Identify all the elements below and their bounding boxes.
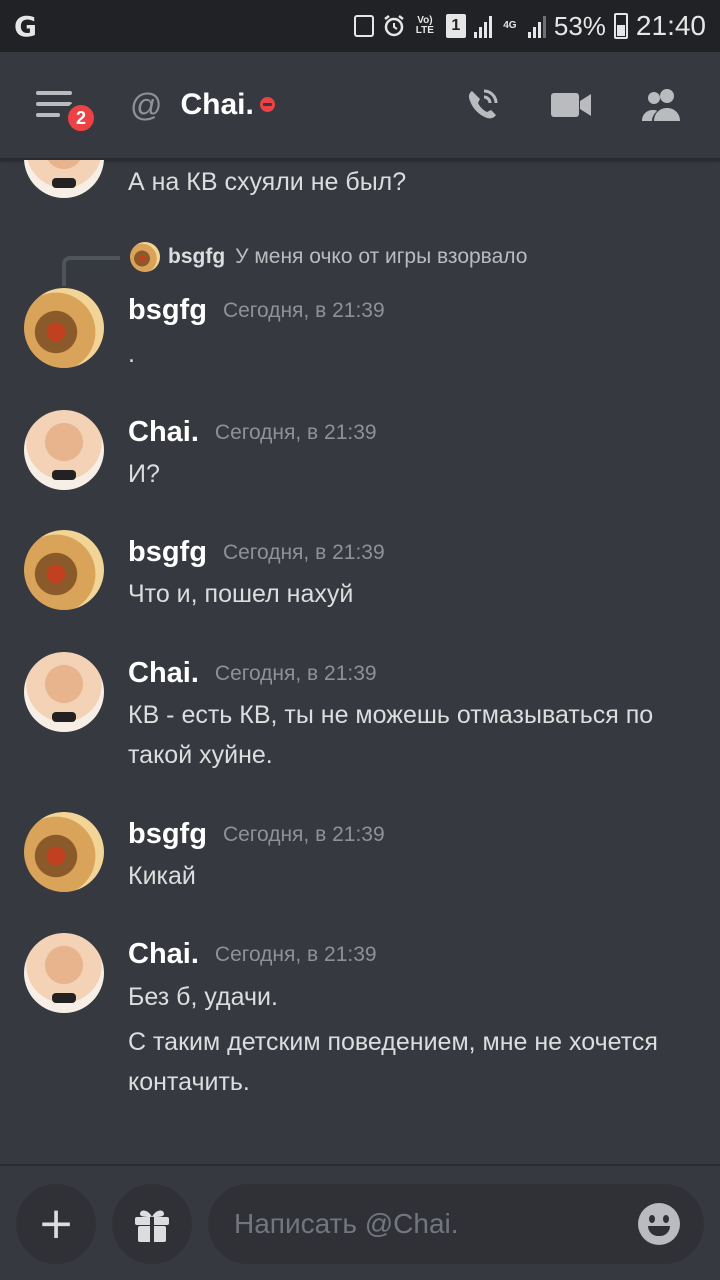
status-bar: G Vo) LTE 1 4G 53% 21:40 [0,0,720,52]
message-author[interactable]: Chai. Сегодня, в 21:39 [128,938,377,971]
message-timestamp: Сегодня, в 21:39 [214,421,377,444]
message-author[interactable]: Chai. Сегодня, в 21:39 [128,416,377,449]
alarm-icon [382,14,404,38]
avatar[interactable] [24,652,104,732]
sim-card-icon: 1 [445,14,466,38]
avatar[interactable] [24,933,104,1013]
message-text: С таким детским поведением, мне не хочет… [128,1028,658,1096]
google-icon: G [14,9,37,43]
battery-percent: 53% [553,10,606,41]
reply-preview[interactable]: bsgfg У меня очко от игры взорвало [130,242,527,272]
message-text: Что и, пошел нахуй [128,580,354,608]
video-camera-icon[interactable] [550,89,592,121]
message-list[interactable]: А на КВ схуяли не был? bsgfg У меня очко… [0,160,720,1164]
author-name: Chai. [128,938,199,970]
add-attachment-button[interactable]: + [16,1184,96,1264]
volte-indicator: Vo) LTE [415,15,434,36]
message-author[interactable]: bsgfg Сегодня, в 21:39 [128,818,385,851]
signal-strength-icon [473,14,492,38]
channel-title[interactable]: Chai. [180,88,275,122]
message-text: . [128,340,135,368]
message-author[interactable]: bsgfg Сегодня, в 21:39 [128,294,385,327]
author-name: bsgfg [128,294,207,326]
message-timestamp: Сегодня, в 21:39 [222,299,385,322]
header-actions [462,85,684,125]
avatar[interactable] [24,288,104,368]
signal-strength-icon-2 [527,14,546,38]
network-type-indicator: 4G [503,20,517,31]
avatar[interactable] [24,160,104,198]
author-name: Chai. [128,416,199,448]
author-name: Chai. [128,657,199,689]
message-timestamp: Сегодня, в 21:39 [222,823,385,846]
channel-title-text: Chai. [180,88,254,121]
reply-avatar [130,242,160,272]
unread-badge: 2 [64,101,98,135]
reply-text: У меня очко от игры взорвало [235,245,528,268]
reply-connector [62,256,120,286]
members-icon[interactable] [640,87,684,123]
dnd-status-icon [259,97,275,112]
message-text: А на КВ схуяли не был? [128,168,407,196]
gift-button[interactable] [112,1184,192,1264]
channel-header: 2 @ Chai. [0,52,720,160]
status-icons: Vo) LTE 1 4G 53% 21:40 [353,10,706,42]
data-saver-icon [353,15,374,37]
hamburger-menu-icon[interactable]: 2 [36,89,98,135]
message-text: И? [128,460,160,488]
at-icon: @ [130,86,163,123]
reply-author: bsgfg [168,245,226,268]
message-timestamp: Сегодня, в 21:39 [214,943,377,966]
phone-call-icon[interactable] [462,85,502,125]
message-author[interactable]: bsgfg Сегодня, в 21:39 [128,536,385,569]
message-text: Без б, удачи. [128,983,278,1011]
message-input[interactable] [234,1208,638,1240]
message-timestamp: Сегодня, в 21:39 [214,662,377,685]
avatar[interactable] [24,410,104,490]
gift-icon [135,1210,169,1242]
message-composer: + [0,1164,720,1280]
battery-icon [613,13,628,39]
avatar[interactable] [24,812,104,892]
message-input-box[interactable] [208,1184,704,1264]
message-timestamp: Сегодня, в 21:39 [222,541,385,564]
message-author[interactable]: Chai. Сегодня, в 21:39 [128,657,377,690]
avatar[interactable] [24,530,104,610]
message-text: Кикай [128,862,196,890]
clock: 21:40 [635,10,706,41]
plus-icon: + [37,1198,75,1249]
author-name: bsgfg [128,536,207,568]
message-text: КВ - есть КВ, ты не можешь отмазываться … [128,701,654,769]
author-name: bsgfg [128,818,207,850]
emoji-smile-icon[interactable] [638,1203,680,1245]
